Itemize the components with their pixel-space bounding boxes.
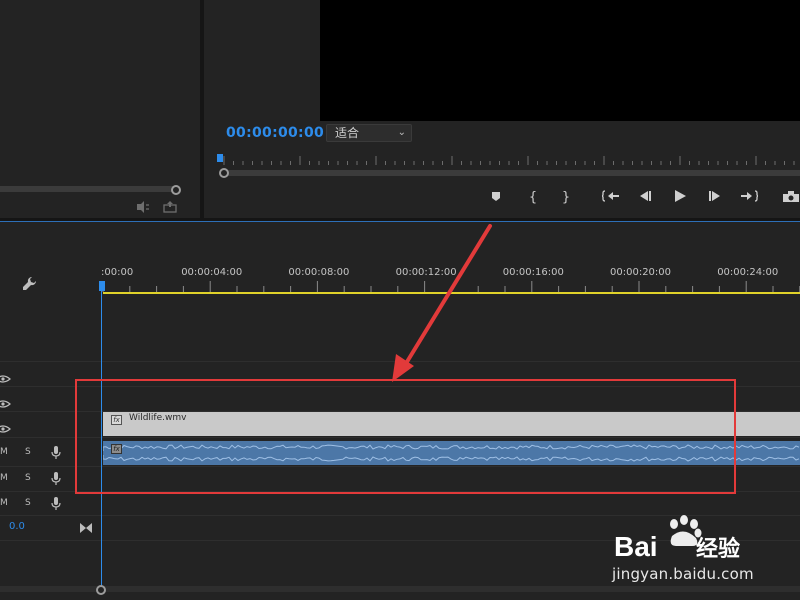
- eye-icon[interactable]: [0, 369, 12, 383]
- timeline-playhead[interactable]: [99, 281, 105, 291]
- go-to-in-icon[interactable]: [601, 189, 620, 207]
- mute-button[interactable]: M: [0, 473, 8, 483]
- fx-badge[interactable]: fx: [111, 444, 122, 454]
- bowtie-icon[interactable]: [80, 518, 92, 533]
- chevron-down-icon: ⌄: [397, 127, 406, 138]
- watermark-url: jingyan.baidu.com: [612, 565, 754, 583]
- mute-button[interactable]: M: [0, 447, 8, 457]
- ruler-timecode-label: :00:00: [101, 267, 134, 278]
- ruler-timecode-label: 00:00:04:00: [181, 267, 243, 278]
- wrench-icon[interactable]: [22, 276, 38, 292]
- annotation-arrow: [392, 224, 492, 382]
- baidu-jingyan-logo: Bai 经验: [614, 515, 740, 562]
- program-scrollbar[interactable]: [228, 170, 800, 176]
- timeline-zoom-handle[interactable]: [96, 585, 106, 595]
- microphone-icon[interactable]: [51, 471, 61, 485]
- ruler-timecode-label: 00:00:16:00: [502, 267, 564, 278]
- drag-audio-icon[interactable]: [136, 201, 150, 213]
- watermark-logo-text-cn: 经验: [696, 536, 740, 562]
- program-zoom-handle[interactable]: [219, 168, 229, 178]
- watermark-logo-text: Bai: [614, 531, 658, 562]
- ruler-timecode-label: 00:00:24:00: [717, 267, 779, 278]
- program-time-ruler[interactable]: [220, 156, 800, 168]
- microphone-icon[interactable]: [51, 445, 61, 459]
- program-playhead[interactable]: [217, 154, 223, 162]
- timeline-scrollbar[interactable]: [0, 586, 800, 592]
- ruler-timecode-label: 00:00:20:00: [610, 267, 672, 278]
- export-icon[interactable]: [163, 201, 177, 213]
- premiere-workspace: 00:00:00:00 适合 ⌄ { } :00:00 00:00:04:00 00…: [0, 0, 800, 600]
- source-scroll-handle[interactable]: [171, 185, 181, 195]
- mark-out-icon[interactable]: }: [560, 189, 572, 207]
- master-volume-value[interactable]: 0.0: [9, 521, 25, 532]
- play-icon[interactable]: [672, 189, 688, 207]
- mark-in-icon[interactable]: {: [527, 189, 539, 207]
- ruler-timecode-label: 00:00:08:00: [288, 267, 350, 278]
- annotation-highlight-box: [75, 379, 736, 494]
- solo-button[interactable]: S: [25, 498, 31, 508]
- microphone-icon[interactable]: [51, 496, 61, 510]
- fit-select-value: 适合: [335, 126, 360, 140]
- program-video-frame: [320, 0, 800, 121]
- add-marker-icon[interactable]: [489, 189, 503, 207]
- eye-icon[interactable]: [0, 394, 12, 408]
- fit-select[interactable]: 适合 ⌄: [326, 124, 412, 142]
- mute-button[interactable]: M: [0, 498, 8, 508]
- eye-icon[interactable]: [0, 419, 12, 433]
- solo-button[interactable]: S: [25, 447, 31, 457]
- go-to-out-icon[interactable]: [740, 189, 759, 207]
- step-forward-icon[interactable]: [707, 189, 723, 207]
- program-timecode[interactable]: 00:00:00:00: [226, 125, 324, 141]
- export-frame-icon[interactable]: [782, 189, 800, 207]
- solo-button[interactable]: S: [25, 473, 31, 483]
- source-scrollbar[interactable]: [0, 186, 177, 192]
- step-back-icon[interactable]: [637, 189, 653, 207]
